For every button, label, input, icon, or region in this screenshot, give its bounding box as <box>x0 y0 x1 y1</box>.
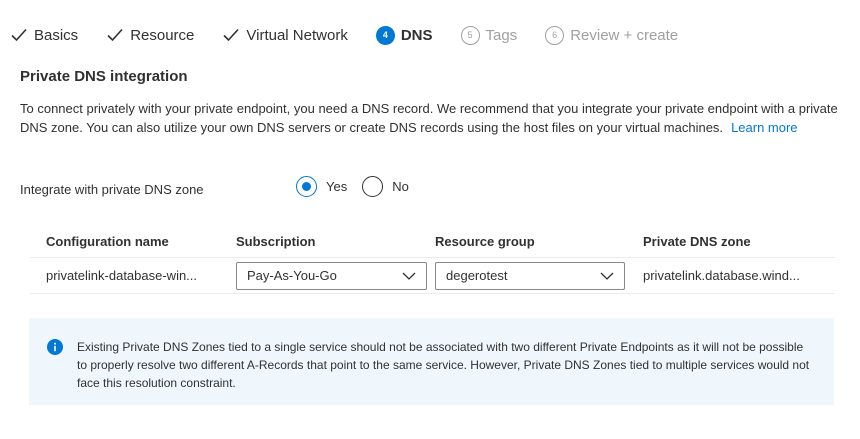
column-header-config-name: Configuration name <box>46 234 169 249</box>
learn-more-link[interactable]: Learn more <box>731 120 797 135</box>
integrate-dns-radio-group: Yes No <box>296 176 424 197</box>
tab-tags[interactable]: 5 Tags <box>460 20 518 50</box>
section-description: To connect privately with your private e… <box>20 99 840 137</box>
tab-label: DNS <box>400 26 433 44</box>
table-header: Configuration name Subscription Resource… <box>30 226 835 258</box>
tab-dns[interactable]: 4 DNS <box>375 20 433 50</box>
tab-label: Basics <box>34 26 79 44</box>
info-message-box: Existing Private DNS Zones tied to a sin… <box>29 318 834 405</box>
integrate-dns-label: Integrate with private DNS zone <box>20 182 204 197</box>
section-title: Private DNS integration <box>20 68 188 85</box>
radio-circle <box>296 176 317 197</box>
config-name-cell: privatelink-database-win... <box>46 268 198 283</box>
radio-yes[interactable]: Yes <box>296 176 347 197</box>
radio-label: No <box>392 179 409 194</box>
radio-circle <box>362 176 384 197</box>
step-number-badge: 6 <box>545 25 565 45</box>
info-message-text: Existing Private DNS Zones tied to a sin… <box>77 340 810 390</box>
column-header-resource-group: Resource group <box>435 234 535 249</box>
column-header-private-dns-zone: Private DNS zone <box>643 234 751 249</box>
wizard-tabs: Basics Resource Virtual Network 4 DNS 5 … <box>10 20 706 50</box>
tab-label: Resource <box>130 26 195 44</box>
chevron-down-icon <box>402 272 416 280</box>
radio-no[interactable]: No <box>362 176 409 197</box>
dns-config-table: Configuration name Subscription Resource… <box>30 226 835 294</box>
chevron-down-icon <box>600 272 614 280</box>
info-icon <box>47 339 63 355</box>
tab-label: Virtual Network <box>246 26 348 44</box>
subscription-cell: Pay-As-You-Go <box>230 261 429 290</box>
checkmark-icon <box>223 28 239 42</box>
tab-review-create[interactable]: 6 Review + create <box>545 20 678 50</box>
checkmark-icon <box>11 28 27 42</box>
resource-group-dropdown[interactable]: degerotest <box>435 261 625 290</box>
tab-resource[interactable]: Resource <box>106 20 194 50</box>
tab-label: Tags <box>485 26 518 44</box>
tab-virtual-network[interactable]: Virtual Network <box>222 20 348 50</box>
checkmark-icon <box>107 28 123 42</box>
private-dns-zone-cell: privatelink.database.wind... <box>643 268 800 283</box>
column-header-subscription: Subscription <box>236 234 316 249</box>
resource-group-value: degerotest <box>446 268 508 283</box>
tab-basics[interactable]: Basics <box>10 20 78 50</box>
table-row: privatelink-database-win... Pay-As-You-G… <box>30 258 835 294</box>
description-text: To connect privately with your private e… <box>20 101 838 135</box>
step-number-badge: 5 <box>460 25 480 45</box>
subscription-value: Pay-As-You-Go <box>247 268 337 283</box>
tab-label: Review + create <box>570 26 679 44</box>
step-number-badge: 4 <box>375 25 395 45</box>
radio-label: Yes <box>326 179 348 194</box>
subscription-dropdown[interactable]: Pay-As-You-Go <box>236 261 427 290</box>
resource-group-cell: degerotest <box>429 261 637 290</box>
